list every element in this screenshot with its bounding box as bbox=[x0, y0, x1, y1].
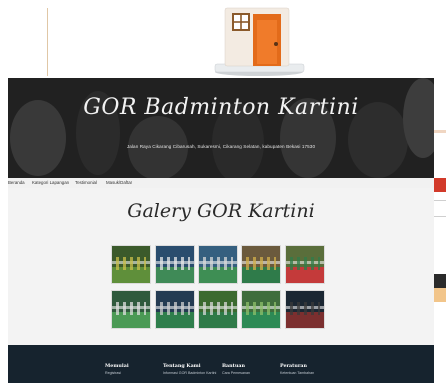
footer-col-tentang-kami: Tentang Kami Informasi GOR Badminton Kar… bbox=[163, 363, 216, 375]
footer-heading: Memulai bbox=[105, 363, 129, 369]
footer-heading: Bantuan bbox=[222, 363, 245, 369]
footer-col-bantuan: Bantuan Cara Pemesanan bbox=[222, 363, 250, 375]
hero-title: GOR Badminton Kartini bbox=[83, 95, 359, 120]
side-panel-accents bbox=[434, 130, 446, 330]
hero-background-image bbox=[8, 78, 434, 178]
gallery-title: Galery GOR Kartini bbox=[127, 200, 315, 222]
nav-item-testimonial[interactable]: Testimonial bbox=[75, 180, 97, 185]
footer-col-peraturan: Peraturan Ketentuan Tambahan bbox=[280, 363, 314, 375]
footer-heading: Peraturan bbox=[280, 363, 307, 369]
divider-line bbox=[47, 8, 48, 76]
gallery-photo-8[interactable] bbox=[198, 290, 238, 329]
footer-link-cara-pemesanan[interactable]: Cara Pemesanan bbox=[222, 371, 250, 375]
gallery-photo-4[interactable] bbox=[241, 245, 281, 284]
footer-col-memulai: Memulai Registrasi bbox=[105, 363, 129, 375]
footer-link-ketentuan[interactable]: Ketentuan Tambahan bbox=[280, 371, 314, 375]
gallery-photo-10[interactable] bbox=[285, 290, 325, 329]
gallery-photo-1[interactable] bbox=[111, 245, 151, 284]
footer-link-registrasi[interactable]: Registrasi bbox=[105, 371, 129, 375]
hero-banner: GOR Badminton Kartini Jalan Raya Cikaran… bbox=[8, 78, 434, 178]
gallery-photo-5[interactable] bbox=[285, 245, 325, 284]
door-icon bbox=[214, 7, 305, 76]
footer: Memulai Registrasi Tentang Kami Informas… bbox=[8, 345, 434, 383]
gallery-photo-7[interactable] bbox=[155, 290, 195, 329]
footer-link-informasi[interactable]: Informasi GOR Badminton Kartini bbox=[163, 371, 216, 375]
footer-heading: Tentang Kami bbox=[163, 363, 201, 369]
hero-address: Jalan Raya Cikarang Cibarusah, Sukaresmi… bbox=[126, 144, 316, 149]
top-navbar: Beranda Kategori Lapangan Testimonial Ma… bbox=[8, 178, 434, 188]
gallery-photo-3[interactable] bbox=[198, 245, 238, 284]
nav-item-masuk-daftar[interactable]: Masuk/Daftar bbox=[106, 180, 132, 185]
nav-item-kategori-lapangan[interactable]: Kategori Lapangan bbox=[32, 180, 69, 185]
gallery-photo-9[interactable] bbox=[241, 290, 281, 329]
nav-item-beranda[interactable]: Beranda bbox=[8, 180, 25, 185]
gallery-photo-6[interactable] bbox=[111, 290, 151, 329]
gallery-photo-2[interactable] bbox=[155, 245, 195, 284]
